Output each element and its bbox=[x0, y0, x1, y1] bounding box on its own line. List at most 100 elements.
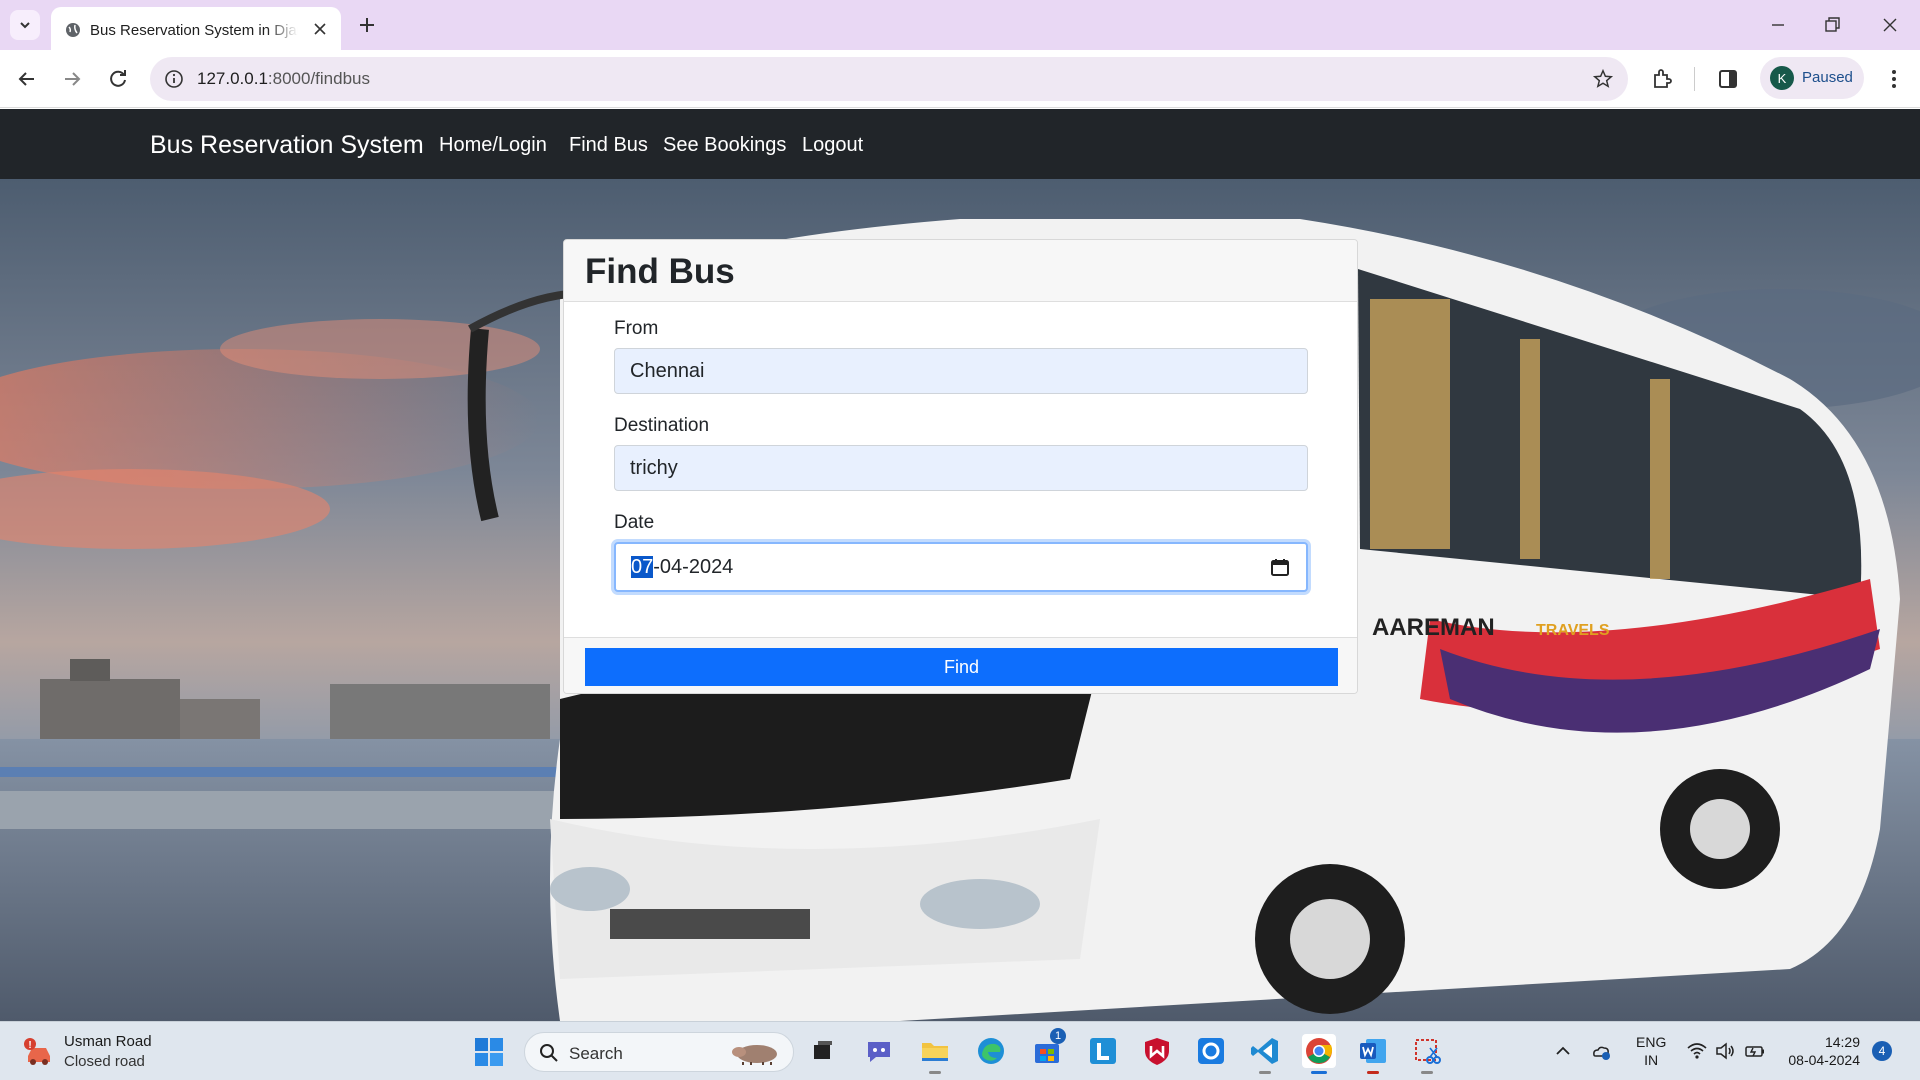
nav-link-see-bookings[interactable]: See Bookings bbox=[663, 134, 786, 157]
card-footer: Find bbox=[564, 637, 1357, 693]
extensions-icon[interactable] bbox=[1650, 67, 1674, 91]
word-icon bbox=[1360, 1039, 1386, 1063]
blue-app[interactable] bbox=[1194, 1034, 1228, 1068]
edge-app[interactable] bbox=[974, 1034, 1008, 1068]
mcafee-app[interactable] bbox=[1140, 1034, 1174, 1068]
running-indicator bbox=[1367, 1071, 1379, 1074]
new-tab-icon[interactable] bbox=[355, 13, 379, 37]
profile-button[interactable]: K Paused bbox=[1760, 57, 1864, 99]
card-header: Find Bus bbox=[564, 240, 1357, 302]
task-view-app[interactable] bbox=[806, 1034, 840, 1068]
chevron-up-icon[interactable] bbox=[1552, 1040, 1574, 1062]
system-clock[interactable]: 14:29 08-04-2024 bbox=[1780, 1033, 1860, 1069]
destination-input[interactable]: trichy bbox=[614, 445, 1308, 491]
search-label: Search bbox=[569, 1044, 623, 1063]
tab-title: Bus Reservation System in Django bbox=[90, 22, 298, 39]
scissors-icon bbox=[1415, 1039, 1441, 1064]
from-input[interactable]: Chennai bbox=[614, 348, 1308, 394]
nav-link-home-login[interactable]: Home/Login bbox=[439, 134, 547, 157]
running-indicator bbox=[1259, 1071, 1271, 1074]
forward-arrow-icon[interactable] bbox=[60, 67, 84, 91]
lang-top: ENG bbox=[1636, 1034, 1667, 1050]
windows-start-icon[interactable] bbox=[474, 1037, 504, 1067]
minimize-icon[interactable] bbox=[1766, 13, 1790, 37]
tab-search-button[interactable] bbox=[10, 10, 40, 40]
globe-icon bbox=[66, 23, 80, 37]
url-host: 127.0.0.1 bbox=[197, 69, 268, 88]
snipping-tool-app[interactable] bbox=[1410, 1034, 1444, 1074]
profile-status: Paused bbox=[1802, 69, 1853, 86]
battery-icon[interactable] bbox=[1744, 1040, 1766, 1062]
calendar-icon[interactable] bbox=[1270, 557, 1290, 577]
close-icon[interactable] bbox=[311, 20, 329, 38]
find-bus-card: Find Bus From Chennai Destination trichy… bbox=[563, 239, 1358, 694]
web-page: AAREMAN TRAVELS Bus Reservation System H… bbox=[0, 109, 1920, 1021]
l-app[interactable] bbox=[1086, 1034, 1120, 1068]
reload-icon[interactable] bbox=[106, 67, 130, 91]
running-indicator bbox=[1421, 1071, 1433, 1074]
file-explorer-app[interactable] bbox=[918, 1034, 952, 1074]
letter-l-app-icon bbox=[1090, 1038, 1116, 1064]
bookmark-star-icon[interactable] bbox=[1592, 68, 1614, 90]
task-view-icon bbox=[814, 1041, 832, 1059]
avatar: K bbox=[1770, 66, 1794, 90]
language-indicator[interactable]: ENG IN bbox=[1636, 1033, 1666, 1069]
chevron-down-icon bbox=[20, 22, 30, 29]
bus-brand-text: AAREMAN bbox=[1372, 614, 1495, 641]
address-bar[interactable]: 127.0.0.1:8000/findbus bbox=[150, 57, 1628, 101]
weather-title[interactable]: Usman Road bbox=[64, 1033, 152, 1050]
browser-tabstrip: Bus Reservation System in Django bbox=[0, 0, 1920, 50]
restore-icon[interactable] bbox=[1820, 13, 1844, 37]
from-label: From bbox=[614, 318, 659, 339]
side-panel-icon[interactable] bbox=[1716, 67, 1740, 91]
chrome-icon bbox=[1306, 1038, 1333, 1064]
taskbar-search[interactable]: Search bbox=[524, 1032, 794, 1072]
site-info-icon[interactable] bbox=[164, 69, 184, 89]
running-indicator bbox=[1311, 1071, 1327, 1074]
window-close-icon[interactable] bbox=[1878, 13, 1902, 37]
shield-icon bbox=[1145, 1038, 1169, 1065]
toolbar-divider bbox=[1694, 67, 1695, 91]
clock-date: 08-04-2024 bbox=[1788, 1052, 1860, 1068]
url-text: 127.0.0.1:8000/findbus bbox=[197, 69, 370, 89]
chrome-app[interactable] bbox=[1302, 1034, 1336, 1074]
date-rest-segment: -04-2024 bbox=[653, 556, 734, 578]
site-brand[interactable]: Bus Reservation System bbox=[150, 131, 424, 160]
date-input[interactable]: 07-04-2024 bbox=[614, 542, 1308, 592]
site-navbar: Bus Reservation System Home/Login Find B… bbox=[0, 109, 1920, 179]
date-day-segment[interactable]: 07 bbox=[631, 556, 654, 578]
running-indicator bbox=[929, 1071, 941, 1074]
ring-app-icon bbox=[1198, 1038, 1224, 1064]
back-arrow-icon[interactable] bbox=[15, 67, 39, 91]
browser-toolbar: 127.0.0.1:8000/findbus K Paused bbox=[0, 50, 1920, 108]
wifi-icon[interactable] bbox=[1686, 1040, 1708, 1062]
chat-icon bbox=[868, 1042, 890, 1062]
lang-bottom: IN bbox=[1644, 1052, 1659, 1068]
teams-app[interactable] bbox=[862, 1034, 896, 1068]
destination-label: Destination bbox=[614, 415, 710, 436]
date-label: Date bbox=[614, 512, 655, 533]
store-app[interactable]: 1 bbox=[1030, 1028, 1066, 1068]
code-editor-icon bbox=[1251, 1038, 1278, 1064]
nav-link-find-bus[interactable]: Find Bus bbox=[569, 134, 648, 157]
nav-link-logout[interactable]: Logout bbox=[802, 134, 863, 157]
search-highlight-art-icon bbox=[732, 1045, 777, 1065]
svg-text:!: ! bbox=[28, 1040, 31, 1051]
vscode-app[interactable] bbox=[1248, 1034, 1282, 1074]
edge-browser-icon bbox=[978, 1038, 1004, 1064]
clock-time: 14:29 bbox=[1824, 1034, 1860, 1050]
browser-tab-active[interactable]: Bus Reservation System in Django bbox=[51, 7, 341, 50]
word-app[interactable] bbox=[1356, 1034, 1390, 1074]
search-icon bbox=[540, 1044, 558, 1062]
folder-icon bbox=[922, 1043, 948, 1061]
weather-subtitle[interactable]: Closed road bbox=[64, 1053, 145, 1070]
url-path: :8000/findbus bbox=[267, 69, 370, 88]
find-button[interactable]: Find bbox=[585, 648, 1338, 686]
onedrive-icon[interactable] bbox=[1590, 1040, 1612, 1062]
page-title: Find Bus bbox=[585, 252, 735, 291]
notification-badge[interactable]: 4 bbox=[1872, 1041, 1892, 1061]
volume-icon[interactable] bbox=[1714, 1040, 1736, 1062]
more-vertical-icon[interactable] bbox=[1882, 67, 1906, 91]
traffic-alert-icon[interactable]: ! bbox=[22, 1036, 56, 1068]
store-badge: 1 bbox=[1050, 1028, 1066, 1044]
